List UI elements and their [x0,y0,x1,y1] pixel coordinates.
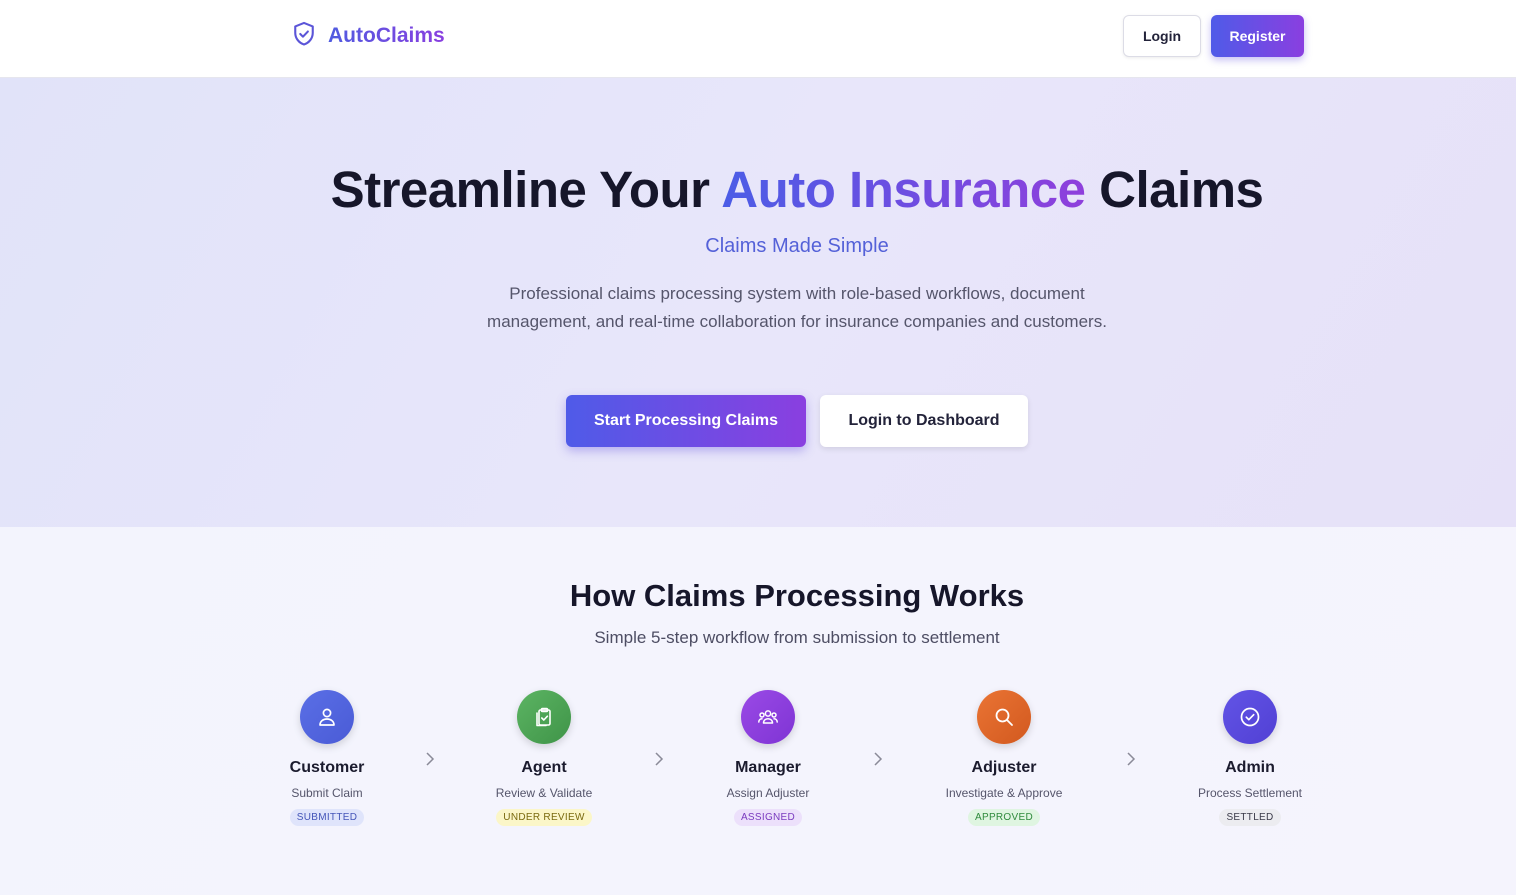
step-role: Manager [735,759,801,776]
hero-description: Professional claims processing system wi… [487,284,1107,331]
workflow-subtitle: Simple 5-step workflow from submission t… [594,628,1000,647]
hero-title-accent: Auto Insurance [721,161,1086,218]
status-badge: ASSIGNED [733,809,803,826]
hero-subtitle: Claims Made Simple [705,235,889,257]
status-badge: SETTLED [1219,809,1281,826]
workflow-title: How Claims Processing Works [569,578,1025,613]
step-action: Review & Validate [495,786,593,800]
workflow-step-adjuster: Adjuster Investigate & Approve APPROVED [904,690,1104,826]
login-button[interactable]: Login [1123,15,1201,57]
shield-check-icon [290,20,318,53]
clipboard-check-icon [517,690,571,744]
hero-title-part1: Streamline Your [330,161,722,218]
workflow-step-manager: Manager Assign Adjuster ASSIGNED [668,690,868,826]
hero-title-part2: Claims [1085,161,1264,218]
brand-name: AutoClaims [328,24,445,47]
status-badge: UNDER REVIEW [496,809,592,826]
check-circle-icon [1223,690,1277,744]
brand-logo[interactable]: AutoClaims [290,20,445,52]
login-dashboard-button[interactable]: Login to Dashboard [820,395,1028,447]
step-role: Admin [1225,759,1275,776]
hero-section: Streamline Your Auto Insurance Claims Cl… [0,78,1516,527]
step-role: Adjuster [971,759,1037,776]
chevron-right-icon [874,752,883,766]
step-action: Assign Adjuster [726,786,810,800]
status-badge: SUBMITTED [289,809,365,826]
workflow-section: How Claims Processing Works Simple 5-ste… [0,527,1516,895]
step-action: Submit Claim [291,786,363,800]
team-icon [741,690,795,744]
workflow-step-customer: Customer Submit Claim SUBMITTED [227,690,427,826]
step-action: Process Settlement [1197,786,1303,800]
user-icon [300,690,354,744]
step-action: Investigate & Approve [945,786,1063,800]
chevron-right-icon [655,752,664,766]
chevron-right-icon [426,752,435,766]
workflow-step-admin: Admin Process Settlement SETTLED [1150,690,1350,826]
step-role: Agent [521,759,567,776]
status-badge: APPROVED [968,809,1040,826]
chevron-right-icon [1127,752,1136,766]
workflow-step-agent: Agent Review & Validate UNDER REVIEW [444,690,644,826]
register-button[interactable]: Register [1211,15,1304,57]
hero-title: Streamline Your Auto Insurance Claims [0,160,1516,219]
step-role: Customer [289,759,365,776]
search-icon [977,690,1031,744]
top-navigation-bar: AutoClaims Login Register [0,0,1516,78]
start-processing-button[interactable]: Start Processing Claims [566,395,806,447]
